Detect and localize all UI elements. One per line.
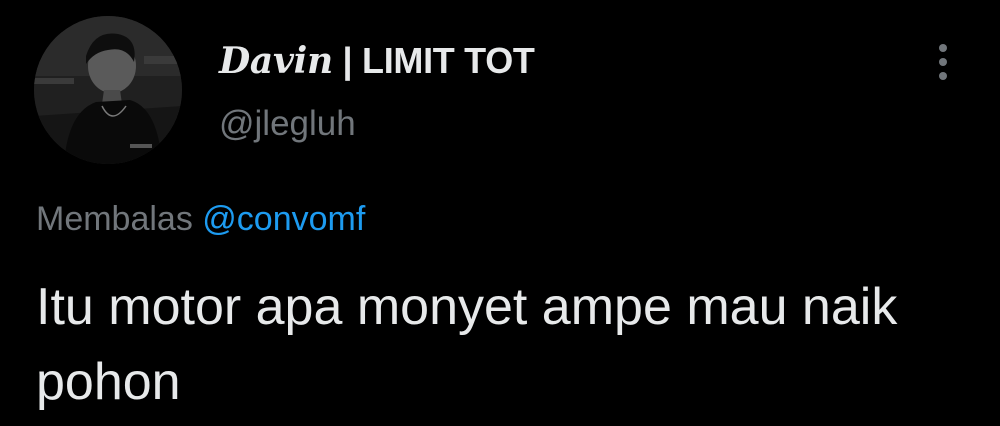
more-dot — [939, 72, 947, 80]
reply-context: Membalas @convomf — [36, 200, 365, 239]
tweet-text: Itu motor apa monyet ampe mau naik pohon — [36, 278, 898, 411]
more-vertical-icon — [939, 44, 947, 52]
more-dot — [939, 58, 947, 66]
display-name-rest: | LIMIT TOT — [332, 40, 535, 81]
user-handle[interactable]: @jlegluh — [219, 104, 356, 144]
display-name-stylized: Davin — [219, 40, 333, 82]
avatar-photo-icon — [34, 16, 182, 164]
avatar[interactable] — [34, 16, 182, 164]
reply-prefix: Membalas — [36, 200, 203, 238]
display-name[interactable]: Davin | LIMIT TOT — [219, 40, 535, 82]
reply-mention-link[interactable]: @convomf — [202, 200, 365, 238]
more-options-button[interactable] — [928, 40, 958, 84]
tweet-card: Davin | LIMIT TOT @jlegluh Membalas @con… — [0, 0, 1000, 426]
